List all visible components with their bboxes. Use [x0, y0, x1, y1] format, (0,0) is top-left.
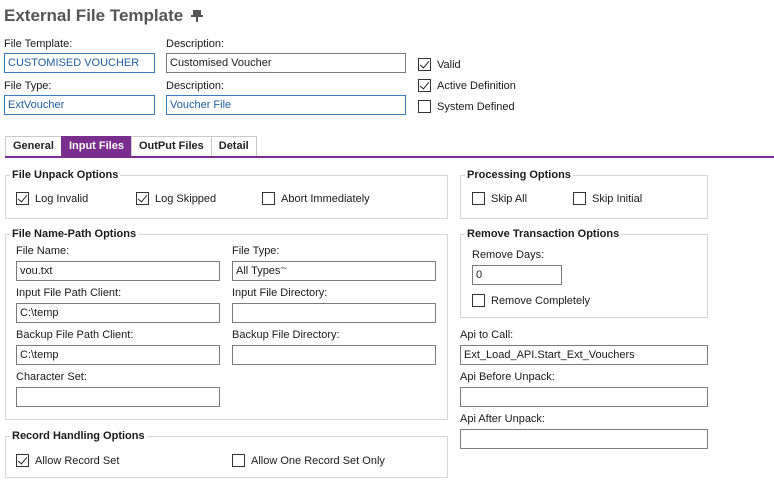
file-template-field[interactable]: CUSTOMISED VOUCHER	[4, 53, 155, 73]
active-label: Active Definition	[437, 79, 516, 92]
skip-all-row[interactable]: Skip All	[472, 192, 527, 205]
file-unpack-title: File Unpack Options	[10, 169, 121, 181]
file-type-combo-value: All Types	[236, 265, 281, 277]
active-checkbox-row[interactable]: Active Definition	[418, 79, 516, 92]
valid-label: Valid	[437, 58, 461, 71]
backup-dir-field[interactable]	[232, 345, 436, 365]
system-checkbox-row[interactable]: System Defined	[418, 100, 515, 113]
file-type-combo[interactable]: All Typesˆ˜	[232, 261, 436, 281]
file-name-path-title: File Name-Path Options	[10, 228, 139, 240]
file-type-field[interactable]: ExtVoucher	[4, 95, 155, 115]
record-handling-title: Record Handling Options	[10, 430, 147, 442]
combo-caret-icon[interactable]: ˆ˜	[280, 266, 286, 276]
log-skipped-label: Log Skipped	[155, 192, 217, 205]
remove-completely-label: Remove Completely	[491, 294, 591, 307]
remove-completely-row[interactable]: Remove Completely	[472, 294, 590, 307]
tab-bar: General Input Files OutPut Files Detail	[5, 136, 257, 156]
abort-label: Abort Immediately	[281, 192, 370, 205]
file-type2-label: File Type:	[232, 245, 280, 257]
description2-field[interactable]: Voucher File	[166, 95, 406, 115]
system-checkbox[interactable]	[418, 100, 431, 113]
allow-one-record-checkbox[interactable]	[232, 454, 245, 467]
input-dir-field[interactable]	[232, 303, 436, 323]
log-invalid-row[interactable]: Log Invalid	[16, 192, 88, 205]
log-skipped-row[interactable]: Log Skipped	[136, 192, 216, 205]
api-before-label: Api Before Unpack:	[460, 371, 555, 383]
input-dir-label: Input File Directory:	[232, 287, 328, 299]
processing-title: Processing Options	[465, 169, 573, 181]
file-type-label: File Type:	[4, 80, 52, 92]
description-field[interactable]: Customised Voucher	[166, 53, 406, 73]
log-invalid-checkbox[interactable]	[16, 192, 29, 205]
log-invalid-label: Log Invalid	[35, 192, 89, 205]
valid-checkbox[interactable]	[418, 58, 431, 71]
skip-initial-checkbox[interactable]	[573, 192, 586, 205]
tab-input-files[interactable]: Input Files	[60, 136, 132, 156]
input-client-field[interactable]: C:\temp	[16, 303, 220, 323]
api-after-label: Api After Unpack:	[460, 413, 545, 425]
skip-all-label: Skip All	[491, 192, 528, 205]
tab-general[interactable]: General	[5, 136, 62, 156]
allow-record-set-row[interactable]: Allow Record Set	[16, 454, 119, 467]
skip-all-checkbox[interactable]	[472, 192, 485, 205]
remove-days-label: Remove Days:	[472, 249, 545, 261]
allow-record-set-label: Allow Record Set	[35, 454, 120, 467]
abort-checkbox[interactable]	[262, 192, 275, 205]
allow-one-record-label: Allow One Record Set Only	[251, 454, 385, 467]
skip-initial-label: Skip Initial	[592, 192, 643, 205]
allow-one-record-row[interactable]: Allow One Record Set Only	[232, 454, 385, 467]
api-after-field[interactable]	[460, 429, 708, 449]
charset-label: Character Set:	[16, 371, 87, 383]
system-label: System Defined	[437, 100, 515, 113]
skip-initial-row[interactable]: Skip Initial	[573, 192, 642, 205]
valid-checkbox-row[interactable]: Valid	[418, 58, 461, 71]
api-call-field[interactable]: Ext_Load_API.Start_Ext_Vouchers	[460, 345, 708, 365]
page-title: External File Template	[4, 6, 204, 26]
tab-output-files[interactable]: OutPut Files	[130, 136, 212, 156]
active-checkbox[interactable]	[418, 79, 431, 92]
file-name-label: File Name:	[16, 245, 70, 257]
tab-detail[interactable]: Detail	[210, 136, 257, 156]
tab-underline	[5, 156, 774, 158]
backup-client-field[interactable]: C:\temp	[16, 345, 220, 365]
remove-transaction-title: Remove Transaction Options	[465, 228, 622, 240]
remove-completely-checkbox[interactable]	[472, 294, 485, 307]
remove-days-field[interactable]: 0	[472, 265, 562, 285]
description2-label: Description:	[166, 80, 225, 92]
log-skipped-checkbox[interactable]	[136, 192, 149, 205]
allow-record-set-checkbox[interactable]	[16, 454, 29, 467]
abort-row[interactable]: Abort Immediately	[262, 192, 370, 205]
description-label: Description:	[166, 38, 225, 50]
backup-dir-label: Backup File Directory:	[232, 329, 340, 341]
api-before-field[interactable]	[460, 387, 708, 407]
input-client-label: Input File Path Client:	[16, 287, 122, 299]
page-title-text: External File Template	[4, 6, 184, 25]
backup-client-label: Backup File Path Client:	[16, 329, 134, 341]
charset-field[interactable]	[16, 387, 220, 407]
file-name-field[interactable]: vou.txt	[16, 261, 220, 281]
pin-icon[interactable]	[191, 8, 204, 24]
api-call-label: Api to Call:	[460, 329, 514, 341]
file-template-label: File Template:	[4, 38, 73, 50]
